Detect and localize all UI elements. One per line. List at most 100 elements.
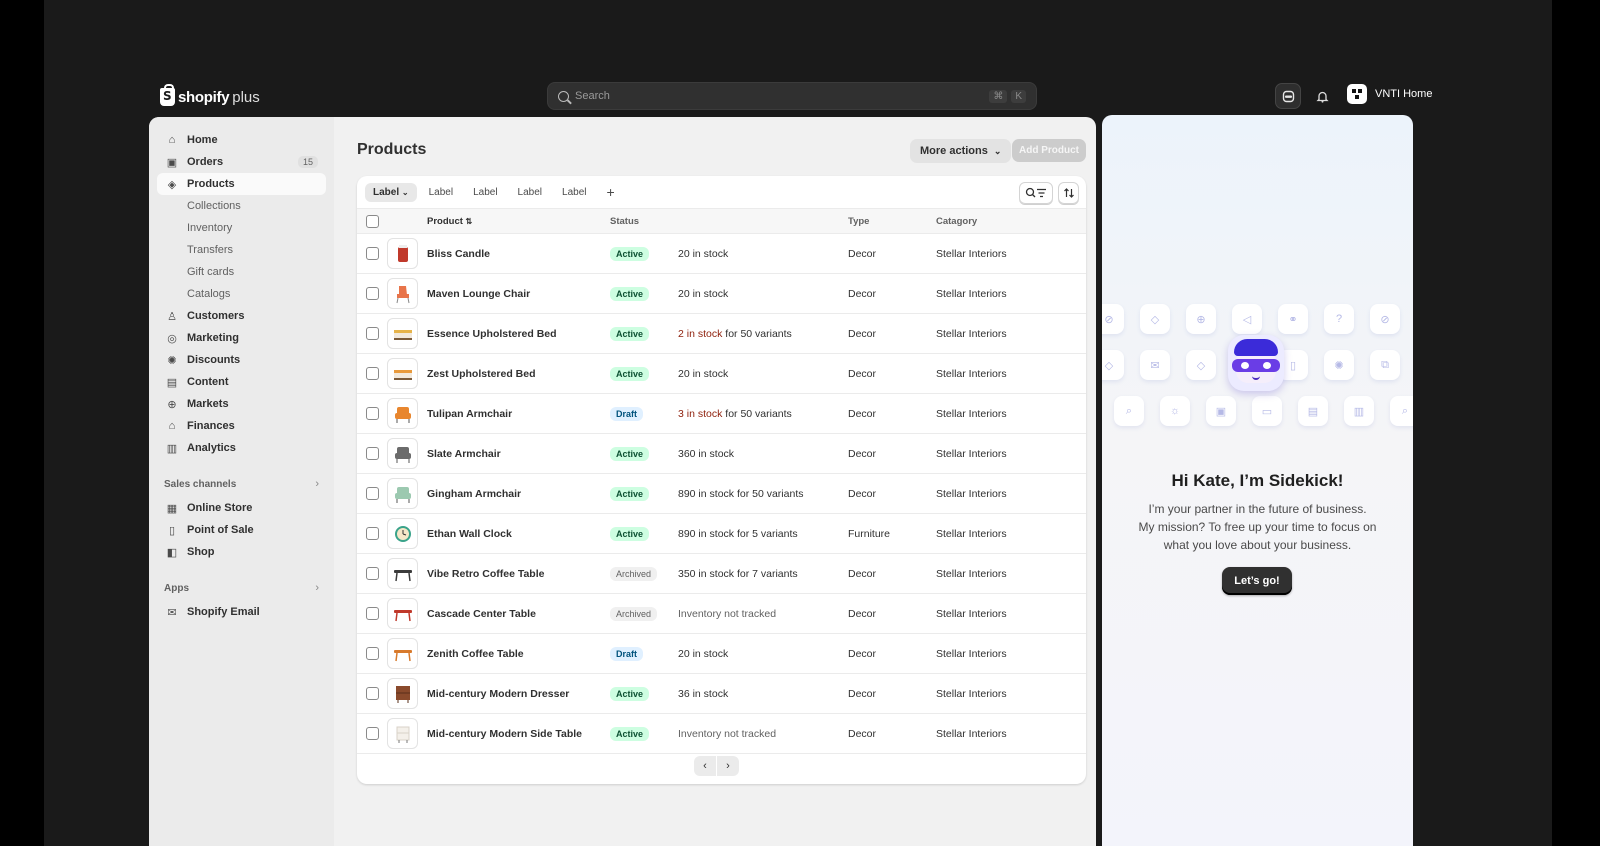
product-name[interactable]: Slate Armchair bbox=[427, 448, 610, 460]
product-name[interactable]: Zenith Coffee Table bbox=[427, 648, 610, 660]
sidebar-item-collections[interactable]: Collections bbox=[157, 195, 326, 217]
row-checkbox[interactable] bbox=[366, 367, 379, 380]
column-product[interactable]: Product ⇅ bbox=[427, 216, 610, 227]
sidebar-item-content[interactable]: ▤ Content bbox=[157, 371, 326, 393]
row-select-cell bbox=[357, 647, 387, 660]
apps-nav: ✉ Shopify Email bbox=[157, 601, 326, 623]
search-bar[interactable]: Search ⌘ K bbox=[547, 82, 1037, 110]
row-checkbox[interactable] bbox=[366, 687, 379, 700]
store-avatar bbox=[1347, 84, 1367, 104]
table-row[interactable]: Essence Upholstered Bed Active 2 in stock … bbox=[357, 314, 1086, 354]
notifications-button[interactable] bbox=[1309, 83, 1335, 109]
product-name[interactable]: Bliss Candle bbox=[427, 248, 610, 260]
sales-channels-header[interactable]: Sales channels › bbox=[157, 475, 326, 493]
row-checkbox[interactable] bbox=[366, 447, 379, 460]
product-name[interactable]: Mid-century Modern Side Table bbox=[427, 728, 610, 740]
product-name[interactable]: Gingham Armchair bbox=[427, 488, 610, 500]
table-row[interactable]: Zenith Coffee Table Draft 20 in stock Decor… bbox=[357, 634, 1086, 674]
lightbulb-icon: ☼ bbox=[1160, 396, 1190, 426]
sidebar-item-gift-cards[interactable]: Gift cards bbox=[157, 261, 326, 283]
next-page-button[interactable]: › bbox=[717, 756, 739, 776]
row-select-cell bbox=[357, 327, 387, 340]
sidebar-item-label: Home bbox=[187, 134, 218, 146]
sidekick-title: Hi Kate, I’m Sidekick! bbox=[1171, 471, 1344, 490]
sidebar-item-customers[interactable]: ♙ Customers bbox=[157, 305, 326, 327]
tab-label-5[interactable]: Label bbox=[554, 183, 594, 202]
table-row[interactable]: Tulipan Armchair Draft 3 in stock for 50 v… bbox=[357, 394, 1086, 434]
product-name[interactable]: Zest Upholstered Bed bbox=[427, 368, 610, 380]
table-row[interactable]: Mid-century Modern Dresser Active 36 in st… bbox=[357, 674, 1086, 714]
store-switcher[interactable]: VNTI Home bbox=[1347, 84, 1432, 104]
sidebar-item-markets[interactable]: ⊕ Markets bbox=[157, 393, 326, 415]
sidebar-item-analytics[interactable]: ▥ Analytics bbox=[157, 437, 326, 459]
sidebar-item-online-store[interactable]: ▦ Online Store bbox=[157, 497, 326, 519]
product-name[interactable]: Tulipan Armchair bbox=[427, 408, 610, 420]
logo-suffix: plus bbox=[232, 88, 260, 106]
sidebar-item-shopify-email[interactable]: ✉ Shopify Email bbox=[157, 601, 326, 623]
row-checkbox[interactable] bbox=[366, 607, 379, 620]
status-badge: Active bbox=[610, 326, 650, 341]
shopify-plus-logo[interactable]: shopifyplus bbox=[160, 84, 260, 108]
row-checkbox[interactable] bbox=[366, 327, 379, 340]
sidebar-item-label: Inventory bbox=[187, 222, 233, 234]
column-type: Type bbox=[848, 215, 870, 227]
status-cell: Active bbox=[610, 686, 678, 701]
tab-label-1[interactable]: Label ⌄ bbox=[365, 182, 417, 202]
row-checkbox[interactable] bbox=[366, 647, 379, 660]
product-name[interactable]: Essence Upholstered Bed bbox=[427, 328, 610, 340]
table-row[interactable]: Mid-century Modern Side Table Active Inven… bbox=[357, 714, 1086, 754]
sidebar-item-marketing[interactable]: ◎ Marketing bbox=[157, 327, 326, 349]
sidebar-item-finances[interactable]: ⌂ Finances bbox=[157, 415, 326, 437]
table-row[interactable]: Bliss Candle Active 20 in stock Decor Stella… bbox=[357, 234, 1086, 274]
row-checkbox[interactable] bbox=[366, 247, 379, 260]
sidebar-item-label: Marketing bbox=[187, 332, 239, 344]
tab-label-2[interactable]: Label bbox=[421, 183, 461, 202]
tag-icon: ◈ bbox=[167, 178, 177, 191]
table-row[interactable]: Zest Upholstered Bed Active 20 in stock Dec… bbox=[357, 354, 1086, 394]
chevron-left-icon: ‹ bbox=[703, 760, 707, 772]
row-checkbox[interactable] bbox=[366, 487, 379, 500]
sidebar-item-products[interactable]: ◈ Products bbox=[157, 173, 326, 195]
sidebar-item-transfers[interactable]: Transfers bbox=[157, 239, 326, 261]
product-name[interactable]: Mid-century Modern Dresser bbox=[427, 688, 610, 700]
sidekick-toggle-button[interactable] bbox=[1275, 83, 1301, 109]
column-category: Catagory bbox=[936, 215, 978, 227]
table-row[interactable]: Gingham Armchair Active 890 in stock for 5… bbox=[357, 474, 1086, 514]
more-actions-button[interactable]: More actions ⌄ bbox=[910, 139, 1012, 163]
sidebar-item-point-of-sale[interactable]: ▯ Point of Sale bbox=[157, 519, 326, 541]
row-checkbox[interactable] bbox=[366, 727, 379, 740]
previous-page-button[interactable]: ‹ bbox=[694, 756, 716, 776]
table-row[interactable]: Slate Armchair Active 360 in stock Decor Ste… bbox=[357, 434, 1086, 474]
tab-label-4[interactable]: Label bbox=[510, 183, 550, 202]
table-row[interactable]: Ethan Wall Clock Active 890 in stock for 5… bbox=[357, 514, 1086, 554]
sidebar-item-discounts[interactable]: ✺ Discounts bbox=[157, 349, 326, 371]
table-row[interactable]: Maven Lounge Chair Active 20 in stock Decor… bbox=[357, 274, 1086, 314]
product-name[interactable]: Maven Lounge Chair bbox=[427, 288, 610, 300]
row-checkbox[interactable] bbox=[366, 287, 379, 300]
sort-button[interactable] bbox=[1058, 182, 1079, 204]
add-view-button[interactable]: + bbox=[598, 184, 622, 200]
sidebar-item-catalogs[interactable]: Catalogs bbox=[157, 283, 326, 305]
status-badge: Active bbox=[610, 726, 650, 741]
search-filter-button[interactable] bbox=[1019, 182, 1053, 204]
tab-label-3[interactable]: Label bbox=[465, 183, 505, 202]
sidebar-item-orders[interactable]: ▣ Orders 15 bbox=[157, 151, 326, 173]
page-title: Products bbox=[357, 141, 427, 158]
row-checkbox[interactable] bbox=[366, 407, 379, 420]
product-name[interactable]: Ethan Wall Clock bbox=[427, 528, 610, 540]
apps-header[interactable]: Apps › bbox=[157, 579, 326, 597]
add-product-button[interactable]: Add Product bbox=[1012, 139, 1086, 162]
product-name[interactable]: Cascade Center Table bbox=[427, 608, 610, 620]
category-cell: Stellar Interiors bbox=[936, 367, 1007, 380]
sidebar-item-shop[interactable]: ◧ Shop bbox=[157, 541, 326, 563]
table-row[interactable]: Cascade Center Table Archived Inventory no… bbox=[357, 594, 1086, 634]
sidebar-item-home[interactable]: ⌂ Home bbox=[157, 129, 326, 151]
sidebar-item-inventory[interactable]: Inventory bbox=[157, 217, 326, 239]
table-row[interactable]: Vibe Retro Coffee Table Archived 350 in st… bbox=[357, 554, 1086, 594]
row-checkbox[interactable] bbox=[366, 567, 379, 580]
product-name[interactable]: Vibe Retro Coffee Table bbox=[427, 568, 610, 580]
product-thumbnail bbox=[387, 678, 418, 709]
lets-go-button[interactable]: Let’s go! bbox=[1222, 567, 1292, 595]
select-all-checkbox[interactable] bbox=[366, 214, 379, 228]
row-checkbox[interactable] bbox=[366, 527, 379, 540]
